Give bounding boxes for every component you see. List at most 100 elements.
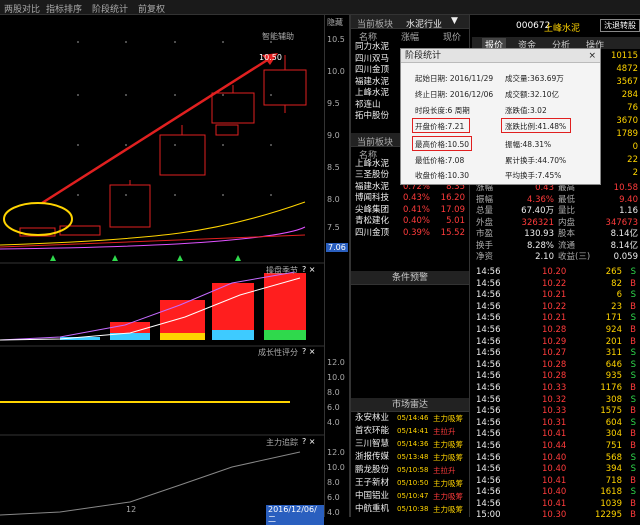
stock-change: 0.39% xyxy=(403,227,431,238)
tick-row: 14:56 10.21 171 S xyxy=(472,313,640,325)
kline-chart-area[interactable]: 智能辅助 10.50 操盘季节 ? × 成长性评分 ? × 主力追踪 ? × 1… xyxy=(0,15,325,525)
stock-price: 17.09 xyxy=(440,204,465,215)
stock-name: 上峰水泥 xyxy=(355,158,390,169)
tick-side: B xyxy=(630,510,636,521)
toolbar-sort[interactable]: 指标排序 xyxy=(46,2,82,15)
panel-controls-icon[interactable]: ? × xyxy=(302,347,316,356)
y-tick: 10.5 xyxy=(327,35,345,44)
tick-volume: 201 xyxy=(605,336,622,347)
quote-value: 67.40万 xyxy=(521,206,554,216)
quote-row: 外盘 326321 内盘 347673 xyxy=(476,218,640,230)
tick-side: B xyxy=(630,429,636,440)
hide-button[interactable]: 隐藏 xyxy=(327,17,343,28)
tick-row: 14:56 10.41 304 B xyxy=(472,429,640,441)
tick-volume: 308 xyxy=(605,394,622,405)
tick-time: 14:56 xyxy=(476,394,501,405)
tick-time: 14:56 xyxy=(476,464,501,475)
tick-row: 14:56 10.31 604 S xyxy=(472,418,640,430)
radar-row[interactable]: 首农环能 05/14:41 主拉升 xyxy=(351,426,469,439)
tick-price: 10.30 xyxy=(542,510,567,521)
sector-row[interactable]: 博闻科技 0.43% 16.20 xyxy=(351,193,469,205)
stock-name: 四川金顶 xyxy=(355,227,390,238)
radar-row[interactable]: 鹏龙股份 05/10:58 主拉升 xyxy=(351,465,469,478)
low-price-value: 7.08 xyxy=(447,156,465,165)
tick-time: 15:00 xyxy=(476,510,501,521)
y-tick: 8.0 xyxy=(327,195,340,204)
sector-row[interactable]: 尖峰集团 0.41% 17.09 xyxy=(351,205,469,217)
tick-time: 14:56 xyxy=(476,324,501,335)
season-indicator-label[interactable]: 操盘季节 xyxy=(266,265,298,276)
tick-volume: 1618 xyxy=(600,487,622,498)
tick-time: 14:56 xyxy=(476,487,501,498)
radar-stock: 中航重机 xyxy=(355,504,390,514)
radar-time: 05/14:46 xyxy=(397,414,429,422)
radar-row[interactable]: 永安林业 05/14:46 主力吸筹 xyxy=(351,413,469,426)
quote-stats: 涨幅 0.43 最高 10.58 振幅 4.36% 最低 9.40 总量 67.40万 量比 1.16… xyxy=(476,183,640,264)
tick-volume: 23 xyxy=(611,301,622,312)
tick-volume: 304 xyxy=(605,429,622,440)
amplitude-value: 48.31% xyxy=(522,140,552,149)
tick-price: 10.28 xyxy=(542,371,567,382)
tick-price: 10.27 xyxy=(542,348,567,359)
tick-time: 14:56 xyxy=(476,475,501,486)
tick-row: 14:56 10.41 718 B xyxy=(472,476,640,488)
sector-row[interactable]: 青松建化 0.40% 5.01 xyxy=(351,216,469,228)
radar-time: 05/14:41 xyxy=(397,427,429,435)
stock-name: 福建水泥 xyxy=(355,181,390,192)
radar-stock: 三川智慧 xyxy=(355,439,390,449)
order-book-value: 284 xyxy=(621,90,638,100)
radar-stock: 鹏龙股份 xyxy=(355,465,390,475)
tick-side: S xyxy=(630,371,636,382)
high-price-highlight xyxy=(412,136,472,151)
quote-value: 0.059 xyxy=(613,252,638,262)
change-label: 涨跌值: xyxy=(505,106,531,115)
toolbar-compare[interactable]: 两股对比 xyxy=(4,2,40,15)
stock-price: 16.20 xyxy=(440,193,465,203)
quote-label: 收益(三) xyxy=(558,252,591,262)
radar-row[interactable]: 中航重机 05/10:38 主力吸筹 xyxy=(351,504,469,517)
tick-row: 14:56 10.40 568 S xyxy=(472,453,640,465)
panel-controls-icon[interactable]: ? × xyxy=(302,437,316,446)
condition-alert-header[interactable]: 条件预警 xyxy=(351,271,469,285)
radar-row[interactable]: 浙报传媒 05/13:48 主力吸筹 xyxy=(351,452,469,465)
close-icon[interactable]: × xyxy=(588,49,596,63)
stage-stats-dialog[interactable]: 阶段统计 × 起始日期: 2016/11/29 成交量:363.69万 终止日期:… xyxy=(400,48,601,185)
stock-name: 尖峰集团 xyxy=(355,204,390,215)
stock-price: 15.52 xyxy=(440,227,465,238)
toolbar-stage-stats[interactable]: 阶段统计 xyxy=(92,2,128,15)
panel-controls-icon[interactable]: ? × xyxy=(302,265,316,274)
quote-label: 外盘 xyxy=(476,217,494,228)
radar-row[interactable]: 王子新材 05/10:50 主力吸筹 xyxy=(351,478,469,491)
low-price-label: 最低价格: xyxy=(415,156,448,165)
tick-time: 14:56 xyxy=(476,301,501,312)
start-date-value[interactable]: 2016/11/29 xyxy=(450,74,493,83)
radar-row[interactable]: 三川智慧 05/14:36 主力吸筹 xyxy=(351,439,469,452)
tick-price: 10.40 xyxy=(542,464,567,475)
tick-volume: 12295 xyxy=(594,510,622,521)
end-date-value[interactable]: 2016/12/06 xyxy=(450,90,493,99)
quote-label: 流通 xyxy=(558,240,576,251)
toolbar-restore[interactable]: 前复权 xyxy=(138,2,165,15)
radar-row[interactable]: 中国铝业 05/10:47 主力吸筹 xyxy=(351,491,469,504)
transfer-button[interactable]: 沈退转股 xyxy=(600,19,640,32)
order-book-value: 22 xyxy=(627,155,638,165)
tick-time: 14:56 xyxy=(476,278,501,289)
tick-side: B xyxy=(630,382,636,393)
main-indicator-label[interactable]: 智能辅助 xyxy=(262,31,294,42)
sector-row[interactable]: 四川金顶 0.39% 15.52 xyxy=(351,228,469,240)
tick-side: S xyxy=(630,417,636,428)
stock-name: 上峰水泥 xyxy=(544,24,581,34)
quote-value: 8.28% xyxy=(526,240,554,251)
growth-score-label[interactable]: 成长性评分 xyxy=(258,347,298,358)
radar-event: 主力吸筹 xyxy=(433,453,463,462)
tick-list[interactable]: 14:56 10.20 265 S 14:56 10.22 82 B 14:56 10.21 6 S 1… xyxy=(472,267,640,522)
tick-price: 10.40 xyxy=(542,452,567,463)
quote-value: 10.58 xyxy=(613,183,638,193)
market-radar-header[interactable]: 市场雷达 xyxy=(351,398,469,412)
main-tracking-label[interactable]: 主力追踪 xyxy=(266,437,298,448)
tick-volume: 1176 xyxy=(600,382,622,393)
tick-row: 14:56 10.40 394 S xyxy=(472,464,640,476)
chevron-down-icon[interactable]: ▼ xyxy=(451,16,458,26)
tick-price: 10.33 xyxy=(542,406,567,417)
quote-value: 347673 xyxy=(605,217,638,228)
